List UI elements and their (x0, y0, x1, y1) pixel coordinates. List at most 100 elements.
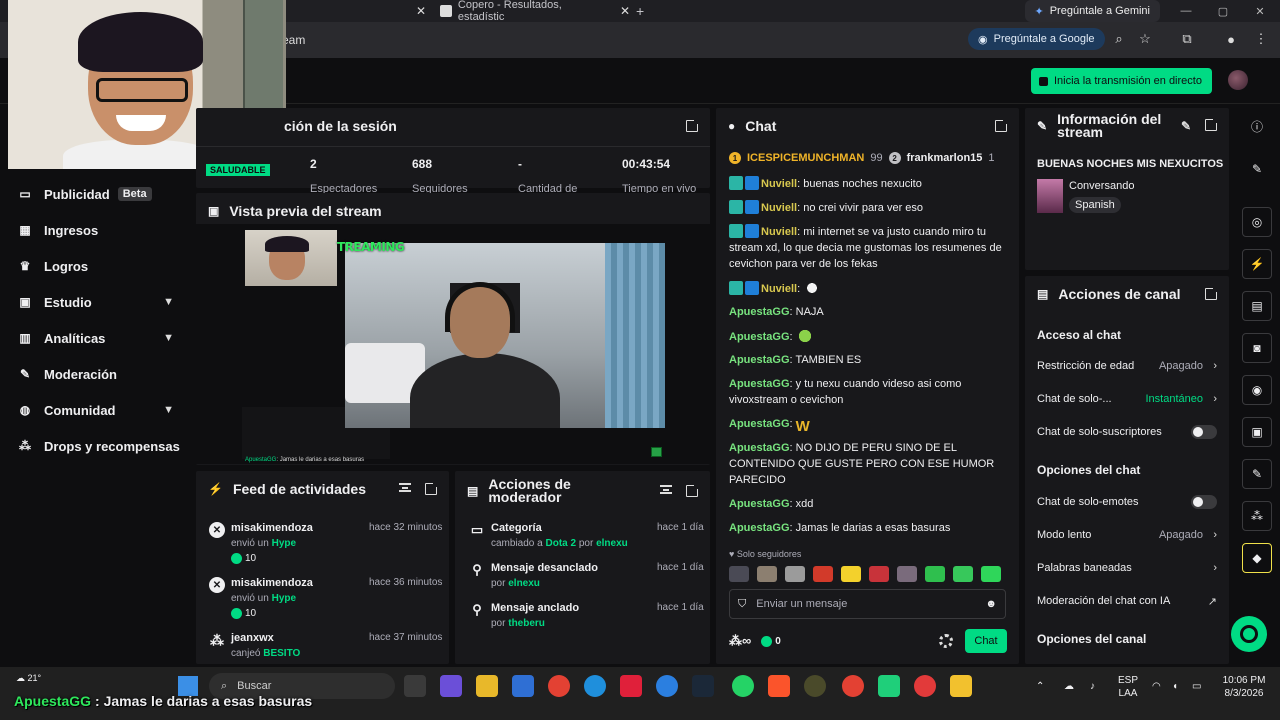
tray-chevron-icon[interactable]: ⌃ (1036, 680, 1044, 693)
broadcast-icon[interactable]: ◉ (1242, 375, 1272, 405)
file-explorer-icon[interactable] (476, 675, 498, 697)
bolt-icon[interactable]: ⚡ (1242, 249, 1272, 279)
emote-only-toggle[interactable] (1191, 495, 1217, 509)
coin-icon (231, 608, 242, 619)
lens-icon: ◉ (978, 33, 988, 46)
chrome-active-icon[interactable] (842, 675, 864, 697)
battery-icon[interactable]: ▭ (1192, 680, 1201, 693)
filter-icon[interactable] (660, 485, 672, 494)
sidebar-item-logros[interactable]: ♛ Logros (0, 248, 190, 284)
extensions-icon[interactable]: ⧉ (1178, 30, 1196, 48)
app-yellow-icon[interactable] (950, 675, 972, 697)
stat-followers: 688 Seguidores (412, 157, 468, 195)
volume-icon[interactable]: ◖ (1172, 680, 1178, 693)
gemini-icon: ✦ (1034, 5, 1044, 18)
banned-words-row[interactable]: Palabras baneadas › (1037, 559, 1217, 577)
go-live-button[interactable]: Inicia la transmisión en directo (1031, 68, 1212, 94)
hype-icon: ✕ (209, 577, 225, 593)
chat-message: Nuviell: mi internet se va justo cuando … (729, 224, 1002, 270)
edge-icon[interactable] (584, 675, 606, 697)
clock[interactable]: 10:06 PM 8/3/2026 (1220, 674, 1268, 700)
revenue-icon: ▦ (19, 223, 31, 237)
tab-close-icon[interactable]: ✕ (620, 4, 630, 18)
channel-points-icon[interactable]: ⁂∞ (729, 633, 751, 649)
sidebar-item-publicidad[interactable]: ▭ Publicidad Beta (0, 176, 190, 212)
sidebar-item-drops[interactable]: ⁂ Drops y recompensas (0, 428, 190, 464)
help-app-icon[interactable] (656, 675, 678, 697)
popout-icon[interactable] (1205, 286, 1219, 300)
session-title: ción de la sesión (284, 118, 397, 134)
info-icon[interactable]: ⓘ (1242, 111, 1272, 141)
chat-input[interactable]: ⛉ Enviar un mensaje ☻ (729, 589, 1006, 619)
sidebar-item-ingresos[interactable]: ▦ Ingresos (0, 212, 190, 248)
ai-moderation-row[interactable]: Moderación del chat con IA ↗ (1037, 592, 1217, 610)
app-green-icon[interactable] (878, 675, 900, 697)
age-restriction-row[interactable]: Restricción de edad Apagado › (1037, 357, 1217, 375)
pencil-icon[interactable]: ✎ (1242, 154, 1272, 184)
edit-icon[interactable]: ✎ (1181, 119, 1191, 133)
tab-copero[interactable]: Copero - Resultados, estadístic ✕ (440, 0, 630, 23)
store-icon[interactable] (512, 675, 534, 697)
minimize-icon[interactable]: — (1166, 0, 1206, 22)
cloud-icon[interactable]: ☁ (1064, 680, 1074, 693)
coin-icon (231, 553, 242, 564)
wifi-icon[interactable]: ◠ (1152, 680, 1161, 693)
url-field[interactable]: eam (270, 27, 970, 53)
emote-picker-row[interactable] (729, 566, 1009, 584)
menu-icon[interactable]: ⋮ (1252, 30, 1270, 48)
list-item: ⚲ Mensaje anclado hace 1 día por theberu (472, 602, 703, 629)
app-red-icon[interactable] (620, 675, 642, 697)
maximize-icon[interactable]: ▢ (1203, 0, 1243, 22)
tab-close-icon[interactable]: ✕ (406, 0, 426, 22)
popout-icon[interactable] (686, 483, 700, 497)
subs-only-toggle[interactable] (1191, 425, 1217, 439)
tag-icon[interactable]: ◆ (1242, 543, 1272, 573)
steam-icon[interactable] (692, 675, 714, 697)
whatsapp-icon[interactable] (732, 675, 754, 697)
chat-send-button[interactable]: Chat (965, 629, 1007, 653)
zoom-icon[interactable]: ⌕ (1110, 30, 1128, 48)
list-icon[interactable]: ▤ (1242, 291, 1272, 321)
profile-icon[interactable]: ● (1222, 30, 1240, 48)
emote-only-row: Chat de solo-emotes (1037, 493, 1217, 511)
camera-icon[interactable]: ◎ (1242, 207, 1272, 237)
gear-icon[interactable] (939, 634, 953, 648)
task-view-icon[interactable] (404, 675, 426, 697)
stream-category[interactable]: Conversando (1069, 180, 1134, 192)
weather-widget[interactable]: ☁ 21° (16, 673, 41, 684)
popout-icon[interactable] (425, 481, 439, 495)
help-button[interactable] (1231, 616, 1267, 652)
new-tab-icon[interactable]: + (636, 0, 644, 22)
wrench-icon[interactable]: ✎ (1242, 459, 1272, 489)
sidebar-item-moderacion[interactable]: ✎ Moderación (0, 356, 190, 392)
copilot-icon[interactable] (440, 675, 462, 697)
language-tag[interactable]: Spanish (1069, 197, 1121, 213)
brave-icon[interactable] (768, 675, 790, 697)
avatar[interactable] (1228, 70, 1248, 90)
chat-icon[interactable]: ◙ (1242, 333, 1272, 363)
followers-only-row[interactable]: Chat de solo-... Instantáneo › (1037, 390, 1217, 408)
popout-icon[interactable] (995, 118, 1009, 132)
ask-google-button[interactable]: ◉ Pregúntale a Google (968, 28, 1105, 50)
close-window-icon[interactable]: ✕ (1240, 0, 1280, 22)
chrome-icon[interactable] (548, 675, 570, 697)
gemini-button[interactable]: ✦ Pregúntale a Gemini (1024, 0, 1160, 22)
section-chat-access: Acceso al chat (1037, 328, 1122, 342)
app-icon[interactable] (804, 675, 826, 697)
mic-icon[interactable]: ♪ (1090, 680, 1095, 693)
emote-button-icon[interactable]: ☻ (985, 598, 997, 610)
search-icon: ⌕ (221, 679, 228, 692)
chat-message: ApuestaGG: NAJA (729, 306, 824, 318)
popout-icon[interactable] (686, 118, 700, 132)
slow-mode-row[interactable]: Modo lento Apagado › (1037, 526, 1217, 544)
layout-icon[interactable]: ▣ (1242, 417, 1272, 447)
bookmark-star-icon[interactable]: ☆ (1136, 30, 1154, 48)
popout-icon[interactable] (1205, 117, 1219, 131)
sidebar-item-estudio[interactable]: ▣ Estudio ▼ (0, 284, 190, 320)
sidebar-item-comunidad[interactable]: ◍ Comunidad ▼ (0, 392, 190, 428)
language-indicator[interactable]: ESP LAA (1114, 674, 1142, 700)
filter-icon[interactable] (399, 483, 411, 492)
sidebar-item-analiticas[interactable]: ▥ Analíticas ▼ (0, 320, 190, 356)
drops-icon[interactable]: ⁂ (1242, 501, 1272, 531)
recorder-icon[interactable] (914, 675, 936, 697)
